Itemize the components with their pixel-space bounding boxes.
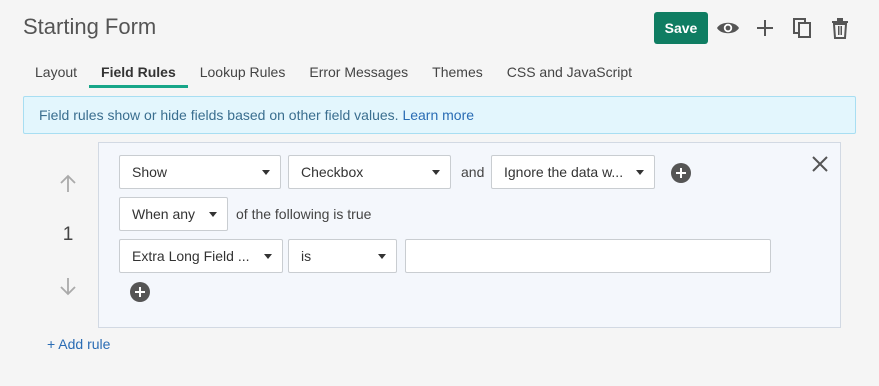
- chevron-down-icon: [636, 170, 644, 175]
- add-action-icon[interactable]: [671, 163, 691, 183]
- and-label: and: [461, 164, 485, 180]
- condition-mode-select[interactable]: When any: [119, 197, 228, 231]
- chevron-down-icon: [264, 254, 272, 259]
- condition-value-input[interactable]: [405, 239, 771, 273]
- tab-themes[interactable]: Themes: [420, 62, 495, 88]
- action-select[interactable]: Show: [119, 155, 281, 189]
- chevron-down-icon: [262, 170, 270, 175]
- add-rule-link[interactable]: + Add rule: [47, 336, 110, 352]
- tab-bar: Layout Field Rules Lookup Rules Error Me…: [23, 62, 644, 88]
- tab-field-rules[interactable]: Field Rules: [89, 62, 188, 88]
- data-handling-select[interactable]: Ignore the data w...: [491, 155, 655, 189]
- learn-more-link[interactable]: Learn more: [402, 107, 474, 123]
- info-banner: Field rules show or hide fields based on…: [23, 96, 856, 134]
- add-condition-icon[interactable]: [130, 282, 150, 302]
- trash-icon[interactable]: [828, 16, 852, 40]
- move-down-icon[interactable]: [58, 276, 78, 296]
- rule-number: 1: [62, 224, 74, 245]
- chevron-down-icon: [378, 254, 386, 259]
- plus-icon[interactable]: [753, 16, 777, 40]
- condition-suffix-label: of the following is true: [236, 206, 372, 222]
- tab-layout[interactable]: Layout: [23, 62, 89, 88]
- tab-error-messages[interactable]: Error Messages: [297, 62, 420, 88]
- close-icon[interactable]: [810, 154, 830, 174]
- chevron-down-icon: [209, 212, 217, 217]
- condition-field-select[interactable]: Extra Long Field ...: [119, 239, 283, 273]
- move-up-icon[interactable]: [58, 174, 78, 194]
- operator-select[interactable]: is: [288, 239, 397, 273]
- chevron-down-icon: [432, 170, 440, 175]
- target-field-select[interactable]: Checkbox: [288, 155, 451, 189]
- info-text: Field rules show or hide fields based on…: [39, 107, 399, 123]
- eye-icon[interactable]: [716, 16, 740, 40]
- page-title: Starting Form: [23, 14, 157, 39]
- tab-lookup-rules[interactable]: Lookup Rules: [188, 62, 298, 88]
- rule-card: Show Checkbox and Ignore the data w... W…: [98, 142, 841, 328]
- copy-icon[interactable]: [790, 16, 814, 40]
- tab-css-and-javascript[interactable]: CSS and JavaScript: [495, 62, 644, 88]
- save-button[interactable]: Save: [654, 12, 708, 44]
